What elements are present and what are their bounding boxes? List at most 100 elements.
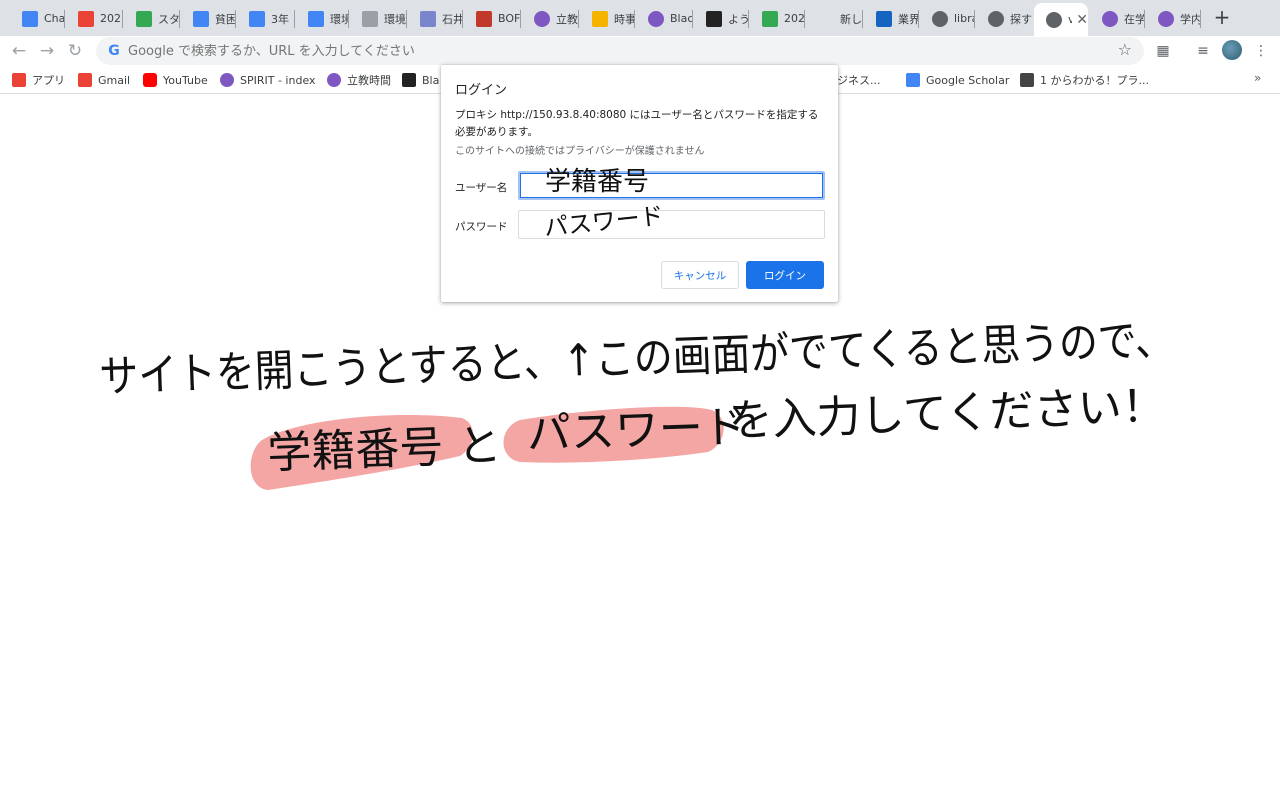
login-button[interactable]: ログイン bbox=[746, 261, 824, 289]
tbt-icon bbox=[402, 73, 416, 87]
bookmark-label: アプリ bbox=[32, 74, 65, 87]
tab[interactable]: Blac bbox=[636, 3, 692, 34]
tab-title: BOF bbox=[498, 12, 520, 25]
extensions-icon[interactable]: ▦ bbox=[1152, 41, 1174, 63]
tab[interactable]: libra bbox=[920, 3, 974, 34]
bookmarks-overflow-icon[interactable]: » bbox=[1254, 71, 1261, 85]
tab-separator bbox=[406, 10, 407, 28]
tab-title: 立教 bbox=[556, 12, 578, 26]
menu-kebab-icon[interactable]: ⋮ bbox=[1250, 41, 1272, 63]
close-tab-icon[interactable]: ✕ bbox=[1076, 12, 1088, 28]
tab[interactable]: スタ bbox=[124, 3, 179, 34]
tab[interactable]: BOF bbox=[464, 3, 520, 34]
omnibox[interactable]: G ☆ bbox=[96, 37, 1144, 65]
bookmark-item[interactable]: アプリ bbox=[12, 72, 65, 88]
docs-icon bbox=[308, 10, 324, 27]
docs-icon bbox=[249, 10, 265, 27]
tab[interactable]: 貧困 bbox=[181, 3, 235, 34]
rikkyo-icon bbox=[327, 73, 341, 87]
tab[interactable]: 202 bbox=[66, 3, 122, 34]
tab[interactable]: Cha bbox=[10, 3, 64, 34]
media-queue-icon[interactable]: ≡ bbox=[1192, 41, 1214, 63]
play-icon bbox=[420, 10, 436, 27]
rikkyo-icon bbox=[220, 73, 234, 87]
tab-separator bbox=[634, 10, 635, 28]
tab-title: 202 bbox=[784, 12, 804, 25]
tab-separator bbox=[692, 10, 693, 28]
rikkyo-icon bbox=[648, 10, 664, 27]
tab[interactable]: 時事 bbox=[580, 3, 634, 34]
back-arrow-icon[interactable]: ← bbox=[6, 38, 32, 64]
tab-title: 3年 bbox=[271, 12, 289, 26]
tab-title: v bbox=[1068, 13, 1073, 26]
connector-word: と bbox=[456, 420, 502, 473]
scholar-icon bbox=[906, 73, 920, 87]
tab-separator bbox=[64, 10, 65, 28]
tab-separator bbox=[578, 10, 579, 28]
username-field[interactable] bbox=[518, 171, 825, 200]
tab[interactable]: 探す bbox=[976, 3, 1032, 34]
globe-icon bbox=[988, 10, 1004, 27]
page-icon bbox=[362, 10, 378, 27]
tab[interactable]: 石井 bbox=[408, 3, 462, 34]
bookmark-item[interactable]: Google Scholar bbox=[906, 72, 1009, 88]
bookmark-label: Bla bbox=[422, 73, 440, 87]
bookmark-item[interactable]: 立教時間 bbox=[327, 72, 391, 88]
tbt-icon bbox=[706, 10, 722, 27]
student-id-word: 学籍番号 bbox=[267, 422, 445, 479]
tab-separator bbox=[748, 10, 749, 28]
forward-arrow-icon[interactable]: → bbox=[34, 38, 60, 64]
tab-separator bbox=[122, 10, 123, 28]
bookmark-label: YouTube bbox=[163, 73, 208, 87]
tab[interactable]: 環境 bbox=[296, 3, 348, 34]
tab[interactable]: 業界 bbox=[864, 3, 918, 34]
avatar[interactable] bbox=[1222, 40, 1242, 60]
bookmark-item[interactable]: 1 からわかる！プラ... bbox=[1020, 72, 1149, 88]
drive-icon bbox=[762, 10, 778, 27]
tab[interactable]: 3年 bbox=[237, 3, 294, 34]
bookmark-item[interactable]: Bla bbox=[402, 72, 439, 88]
tab-title: 環境 bbox=[330, 12, 348, 26]
tab-title: 業界 bbox=[898, 12, 918, 26]
bookmark-label: Gmail bbox=[98, 73, 131, 87]
globe-icon bbox=[1046, 11, 1062, 28]
tab-separator bbox=[179, 10, 180, 28]
password-label: パスワード bbox=[455, 221, 508, 233]
tab-strip: Cha 202 スタ 貧困 3年 環境 環境 石井 BOF 立教 時事 Blac よう 202 新しいタ 業界… bbox=[0, 0, 1280, 36]
rikkyo-icon bbox=[1158, 10, 1174, 27]
tab[interactable]: 環境 bbox=[350, 3, 406, 34]
tab-title: 在学 bbox=[1124, 12, 1144, 26]
bookmark-label: 立教時間 bbox=[347, 74, 391, 87]
new-tab-icon[interactable]: + bbox=[1210, 6, 1234, 30]
tab-title: 石井 bbox=[442, 12, 462, 26]
tab-separator bbox=[1144, 10, 1145, 28]
tab-separator bbox=[804, 10, 805, 28]
tab[interactable]: 学内 bbox=[1146, 3, 1200, 34]
blank-favicon bbox=[818, 11, 834, 27]
tab-separator bbox=[235, 10, 236, 28]
address-input[interactable] bbox=[128, 43, 1088, 59]
bookmark-item[interactable]: SPIRIT - index bbox=[220, 72, 316, 88]
tab-title: Blac bbox=[670, 12, 692, 25]
cancel-button[interactable]: キャンセル bbox=[661, 261, 739, 289]
tab[interactable]: 在学 bbox=[1090, 3, 1144, 34]
tab-title: Cha bbox=[44, 12, 64, 25]
bookmark-star-icon[interactable]: ☆ bbox=[1118, 40, 1132, 59]
tab[interactable]: v ✕ bbox=[1034, 3, 1088, 36]
tab[interactable]: 立教 bbox=[522, 3, 578, 34]
bookmark-item[interactable]: Gmail bbox=[78, 72, 130, 88]
tab[interactable]: よう bbox=[694, 3, 748, 34]
bof-icon bbox=[476, 10, 492, 27]
tab-title: スタ bbox=[158, 12, 179, 26]
tab-title: 貧困 bbox=[215, 12, 235, 26]
reload-icon[interactable]: ↻ bbox=[62, 38, 88, 64]
tab-separator bbox=[294, 10, 295, 28]
bookmark-item[interactable]: YouTube bbox=[143, 72, 208, 88]
google-g-icon: G bbox=[108, 43, 120, 59]
tab[interactable]: 新しいタ bbox=[806, 3, 862, 34]
password-field[interactable] bbox=[518, 210, 825, 239]
tab[interactable]: 202 bbox=[750, 3, 804, 34]
tab-separator bbox=[462, 10, 463, 28]
tab-separator bbox=[974, 10, 975, 28]
rikkyo-icon bbox=[1102, 10, 1118, 27]
